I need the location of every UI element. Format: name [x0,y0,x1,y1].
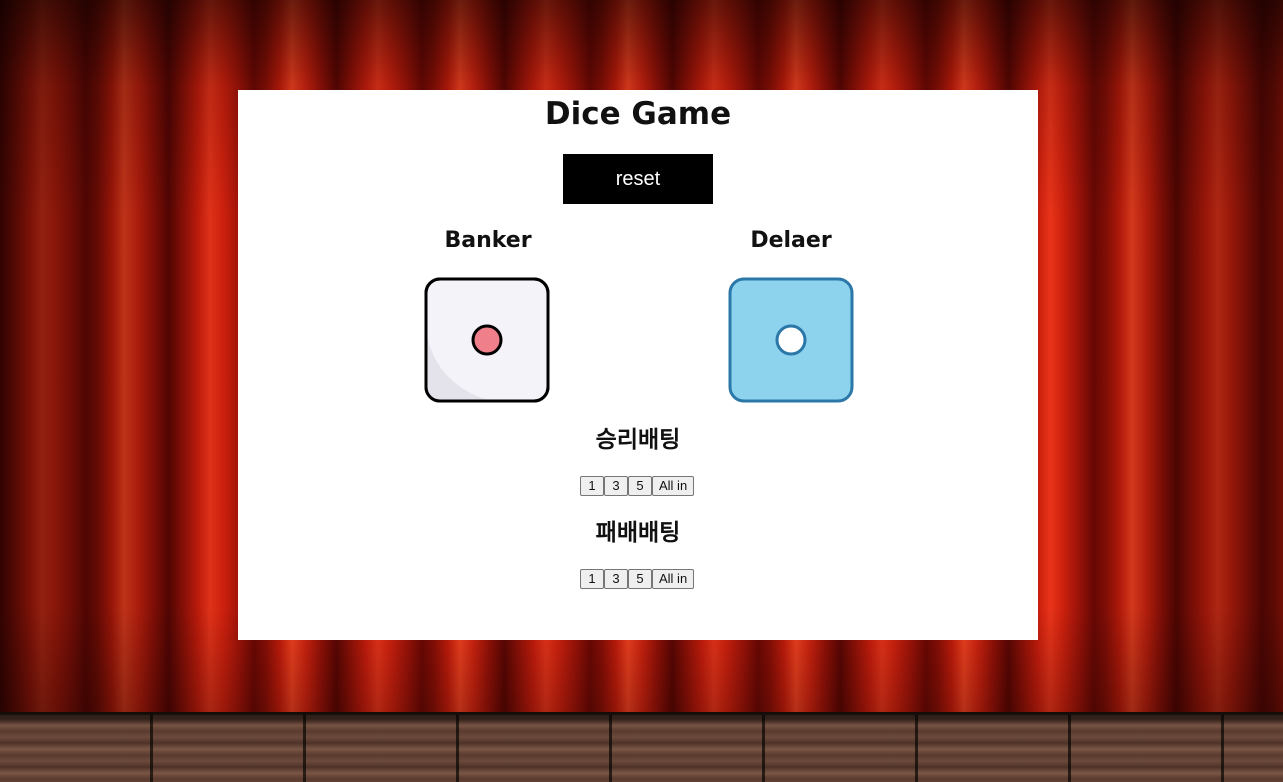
win-bet-options: 1 3 5 All in [580,476,695,496]
game-screen: Dice Game reset Banker Delaer 승리배팅 1 3 5… [0,0,1283,782]
win-bet-1-button[interactable]: 1 [580,476,604,496]
win-bet-all-in-button[interactable]: All in [652,476,695,496]
win-bet-title: 승리배팅 [595,427,681,453]
lose-bet-options: 1 3 5 All in [580,569,695,589]
banker-die [424,277,550,403]
win-bet-5-button[interactable]: 5 [628,476,652,496]
lose-bet-all-in-button[interactable]: All in [652,569,695,589]
dealer-die [728,277,854,403]
game-panel: Dice Game reset Banker Delaer 승리배팅 1 3 5… [238,90,1038,640]
floor-shadow [0,712,1283,726]
dealer-label: Delaer [750,228,832,253]
lose-bet-5-button[interactable]: 5 [628,569,652,589]
lose-bet-3-button[interactable]: 3 [604,569,628,589]
banker-die-pip [471,324,503,356]
reset-button[interactable]: reset [563,154,713,204]
banker-label: Banker [444,228,532,253]
lose-bet-title: 패배배팅 [595,520,681,546]
dealer-die-pip [775,324,807,356]
win-bet-3-button[interactable]: 3 [604,476,628,496]
lose-bet-1-button[interactable]: 1 [580,569,604,589]
game-title: Dice Game [544,96,732,132]
